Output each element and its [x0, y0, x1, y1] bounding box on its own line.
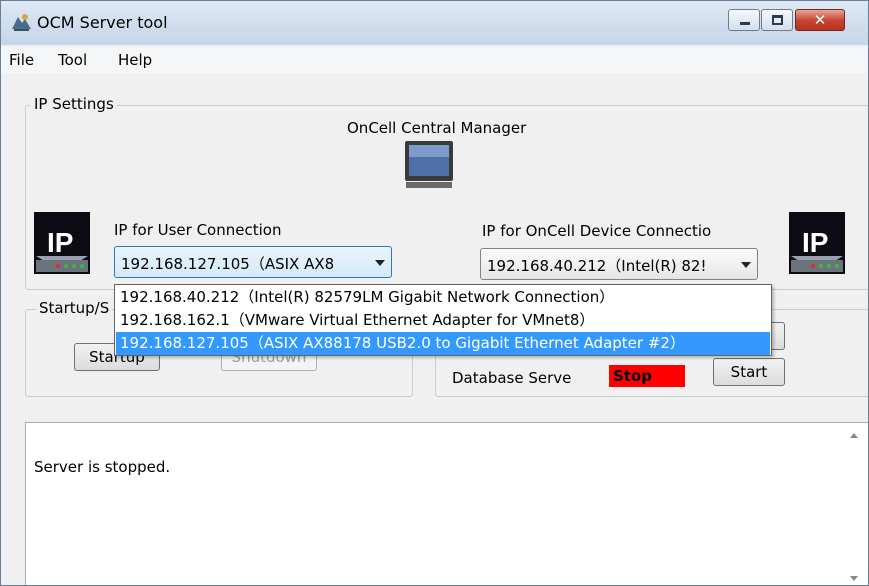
- database-start-button[interactable]: Start: [713, 358, 785, 386]
- user-connection-value: 192.168.127.105（ASIX AX8: [121, 255, 335, 273]
- ip-settings-legend: IP Settings: [31, 95, 117, 113]
- chevron-down-icon: [375, 260, 385, 266]
- chevron-down-icon: [741, 262, 751, 268]
- dropdown-option[interactable]: 192.168.162.1（VMware Virtual Ethernet Ad…: [116, 309, 770, 332]
- menu-bar: File Tool Help: [1, 47, 868, 73]
- startup-legend: Startup/S: [36, 299, 113, 317]
- log-message: Server is stopped.: [34, 458, 171, 476]
- menu-tool[interactable]: Tool: [58, 51, 87, 69]
- log-textarea[interactable]: Server is stopped.: [25, 422, 868, 585]
- user-connection-combo[interactable]: 192.168.127.105（ASIX AX8: [114, 246, 392, 278]
- database-status-badge: Stop: [609, 365, 685, 387]
- user-connection-dropdown: 192.168.40.212（Intel(R) 82579LM Gigabit …: [114, 284, 772, 356]
- svg-text:IP: IP: [47, 227, 73, 258]
- minimize-icon: [740, 22, 750, 25]
- svg-text:IP: IP: [802, 227, 828, 258]
- close-icon: ✕: [813, 11, 827, 29]
- window-title: OCM Server tool: [37, 13, 168, 32]
- app-window: OCM Server tool ✕ File Tool Help IP Sett…: [0, 0, 869, 586]
- monitor-icon: [405, 141, 453, 188]
- user-connection-label: IP for User Connection: [114, 221, 282, 239]
- database-server-label: Database Serve: [452, 369, 572, 387]
- close-button[interactable]: ✕: [795, 9, 845, 31]
- scroll-down-icon[interactable]: [850, 576, 858, 581]
- ip-network-icon: IP: [789, 212, 845, 274]
- minimize-button[interactable]: [728, 9, 760, 31]
- maximize-icon: [772, 15, 783, 25]
- dropdown-option-selected[interactable]: 192.168.127.105（ASIX AX88178 USB2.0 to G…: [116, 332, 770, 355]
- central-manager-label: OnCell Central Manager: [347, 119, 527, 137]
- app-logo-icon: [12, 14, 31, 31]
- dropdown-option[interactable]: 192.168.40.212（Intel(R) 82579LM Gigabit …: [116, 286, 770, 309]
- scroll-up-icon[interactable]: [850, 433, 858, 438]
- device-connection-label: IP for OnCell Device Connectio: [482, 222, 712, 240]
- title-bar[interactable]: OCM Server tool ✕: [1, 1, 868, 45]
- device-connection-value: 192.168.40.212（Intel(R) 82!: [487, 257, 707, 275]
- menu-file[interactable]: File: [9, 51, 34, 69]
- ip-network-icon: IP: [34, 212, 90, 274]
- menu-help[interactable]: Help: [118, 51, 152, 69]
- device-connection-combo[interactable]: 192.168.40.212（Intel(R) 82!: [480, 248, 758, 280]
- maximize-button[interactable]: [761, 9, 793, 31]
